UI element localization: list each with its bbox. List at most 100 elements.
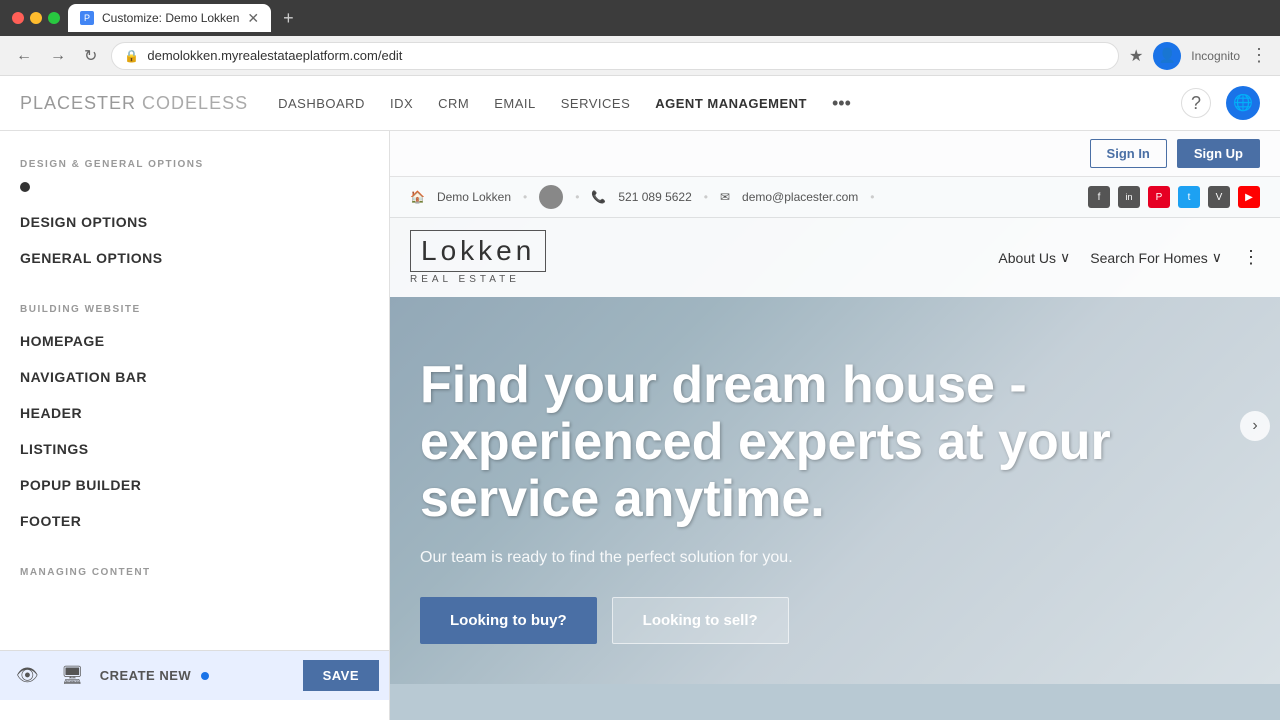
eye-icon: 👁 [16, 665, 39, 685]
contact-phone: 521 089 5622 [618, 190, 691, 204]
site-nav-links: About Us ∨ Search For Homes ∨ ⋮ [998, 247, 1260, 268]
youtube-icon[interactable]: ▶ [1238, 186, 1260, 208]
footer-dot [201, 672, 209, 680]
help-icon: ? [1191, 93, 1201, 114]
email-icon: ✉ [720, 190, 730, 204]
preview-area: Sign In Sign Up 🏠 Demo Lokken • • 📞 521 … [390, 131, 1280, 720]
site-top-bar: Sign In Sign Up [390, 131, 1280, 177]
site-logo: Lokken REAL ESTATE [410, 230, 546, 285]
site-hero-buttons: Looking to buy? Looking to sell? [420, 597, 1250, 644]
nav-idx[interactable]: IDX [390, 96, 413, 111]
search-label: Search For Homes [1090, 250, 1207, 266]
sidebar-section-building: BUILDING WEBSITE [0, 296, 389, 323]
site-hero: Lokken REAL ESTATE About Us ∨ Search For… [390, 218, 1280, 684]
phone-icon: 📞 [591, 190, 606, 204]
site-nav-about[interactable]: About Us ∨ [998, 249, 1070, 266]
site-preview: Sign In Sign Up 🏠 Demo Lokken • • 📞 521 … [390, 131, 1280, 720]
refresh-button[interactable]: ↻ [80, 42, 101, 70]
site-nav-bar: Lokken REAL ESTATE About Us ∨ Search For… [390, 218, 1280, 297]
divider-4: • [870, 190, 874, 204]
contact-icon: 🏠 [410, 190, 425, 204]
desktop-button[interactable]: 🖥 [55, 659, 90, 692]
sidebar: DESIGN & GENERAL OPTIONS DESIGN OPTIONS … [0, 131, 390, 720]
vimeo-icon[interactable]: V [1208, 186, 1230, 208]
tab-title: Customize: Demo Lokken [102, 11, 239, 25]
sidebar-section-design: DESIGN & GENERAL OPTIONS [0, 151, 389, 178]
tab-close-button[interactable]: ✕ [247, 10, 259, 27]
search-chevron-icon: ∨ [1212, 249, 1222, 266]
nav-more-button[interactable]: ••• [832, 93, 851, 114]
social-icons: f in P t V ▶ [1088, 186, 1260, 208]
desktop-icon: 🖥 [61, 665, 84, 685]
divider-3: • [704, 190, 708, 204]
about-label: About Us [998, 250, 1056, 266]
facebook-icon[interactable]: f [1088, 186, 1110, 208]
browser-window-controls [12, 12, 60, 24]
url-bar[interactable]: 🔒 demolokken.myrealestataeplatform.com/e… [111, 42, 1119, 70]
header-right: ? 🌐 [1181, 86, 1260, 120]
sidebar-item-listings[interactable]: LISTINGS [0, 431, 389, 467]
tab-favicon: P [80, 11, 94, 25]
looking-to-buy-button[interactable]: Looking to buy? [420, 597, 597, 644]
main-layout: DESIGN & GENERAL OPTIONS DESIGN OPTIONS … [0, 131, 1280, 720]
new-tab-button[interactable]: + [283, 8, 294, 29]
incognito-label: Incognito [1191, 49, 1240, 63]
avatar-icon: 🌐 [1233, 93, 1253, 113]
forward-button[interactable]: → [46, 43, 70, 69]
url-text: demolokken.myrealestataeplatform.com/edi… [147, 48, 402, 63]
app-logo: PLACESTER CODELESS [20, 93, 248, 114]
sidebar-spacer-2 [0, 539, 389, 559]
back-button[interactable]: ← [12, 43, 36, 69]
sidebar-item-homepage[interactable]: HOMEPAGE [0, 323, 389, 359]
site-nav-more-icon[interactable]: ⋮ [1242, 247, 1260, 268]
bookmark-icon[interactable]: ★ [1129, 46, 1143, 66]
maximize-dot[interactable] [48, 12, 60, 24]
nav-services[interactable]: SERVICES [561, 96, 631, 111]
nav-agent-management[interactable]: AGENT MANAGEMENT [655, 96, 807, 111]
site-hero-content: Find your dream house - experienced expe… [390, 297, 1280, 684]
save-button[interactable]: SAVE [303, 660, 379, 691]
nav-email[interactable]: EMAIL [494, 96, 536, 111]
sidebar-item-general-options[interactable]: GENERAL OPTIONS [0, 240, 389, 276]
site-hero-subtitle: Our team is ready to find the perfect so… [420, 549, 1250, 567]
linkedin-icon[interactable]: in [1118, 186, 1140, 208]
contact-email: demo@placester.com [742, 190, 858, 204]
profile-icon: 👤 [1159, 47, 1176, 64]
sidebar-item-design-options[interactable]: DESIGN OPTIONS [0, 204, 389, 240]
sidebar-item-navigation-bar[interactable]: NAVIGATION BAR [0, 359, 389, 395]
logo-sub: CODELESS [136, 93, 248, 113]
sidebar-item-header[interactable]: HEADER [0, 395, 389, 431]
sidebar-section-managing: MANAGING CONTENT [0, 559, 389, 586]
browser-address-bar: ← → ↻ 🔒 demolokken.myrealestataeplatform… [0, 36, 1280, 76]
site-nav-search[interactable]: Search For Homes ∨ [1090, 249, 1222, 266]
browser-more-button[interactable]: ⋮ [1250, 45, 1268, 66]
scroll-right-indicator[interactable]: › [1240, 411, 1270, 441]
sidebar-item-footer[interactable]: FOOTER [0, 503, 389, 539]
create-new-label: CREATE NEW [100, 668, 191, 683]
sidebar-item-popup-builder[interactable]: POPUP BUILDER [0, 467, 389, 503]
pinterest-icon[interactable]: P [1148, 186, 1170, 208]
looking-to-sell-button[interactable]: Looking to sell? [612, 597, 789, 644]
eye-button[interactable]: 👁 [10, 659, 45, 692]
sidebar-footer: 👁 🖥 CREATE NEW SAVE [0, 650, 389, 700]
nav-crm[interactable]: CRM [438, 96, 469, 111]
nav-dashboard[interactable]: DASHBOARD [278, 96, 365, 111]
contact-avatar [539, 185, 563, 209]
site-contact-bar: 🏠 Demo Lokken • • 📞 521 089 5622 • ✉ dem… [390, 177, 1280, 218]
contact-name: Demo Lokken [437, 190, 511, 204]
browser-chrome: P Customize: Demo Lokken ✕ + [0, 0, 1280, 36]
twitter-icon[interactable]: t [1178, 186, 1200, 208]
browser-tab[interactable]: P Customize: Demo Lokken ✕ [68, 4, 271, 32]
close-dot[interactable] [12, 12, 24, 24]
minimize-dot[interactable] [30, 12, 42, 24]
sidebar-spacer-1 [0, 276, 389, 296]
site-logo-sub: REAL ESTATE [410, 274, 546, 285]
profile-button[interactable]: 👤 [1153, 42, 1181, 70]
help-button[interactable]: ? [1181, 88, 1211, 118]
about-chevron-icon: ∨ [1060, 249, 1070, 266]
user-avatar[interactable]: 🌐 [1226, 86, 1260, 120]
lock-icon: 🔒 [124, 49, 139, 63]
app-header: PLACESTER CODELESS DASHBOARD IDX CRM EMA… [0, 76, 1280, 131]
site-sign-up-button[interactable]: Sign Up [1177, 139, 1260, 168]
site-sign-in-button[interactable]: Sign In [1090, 139, 1167, 168]
